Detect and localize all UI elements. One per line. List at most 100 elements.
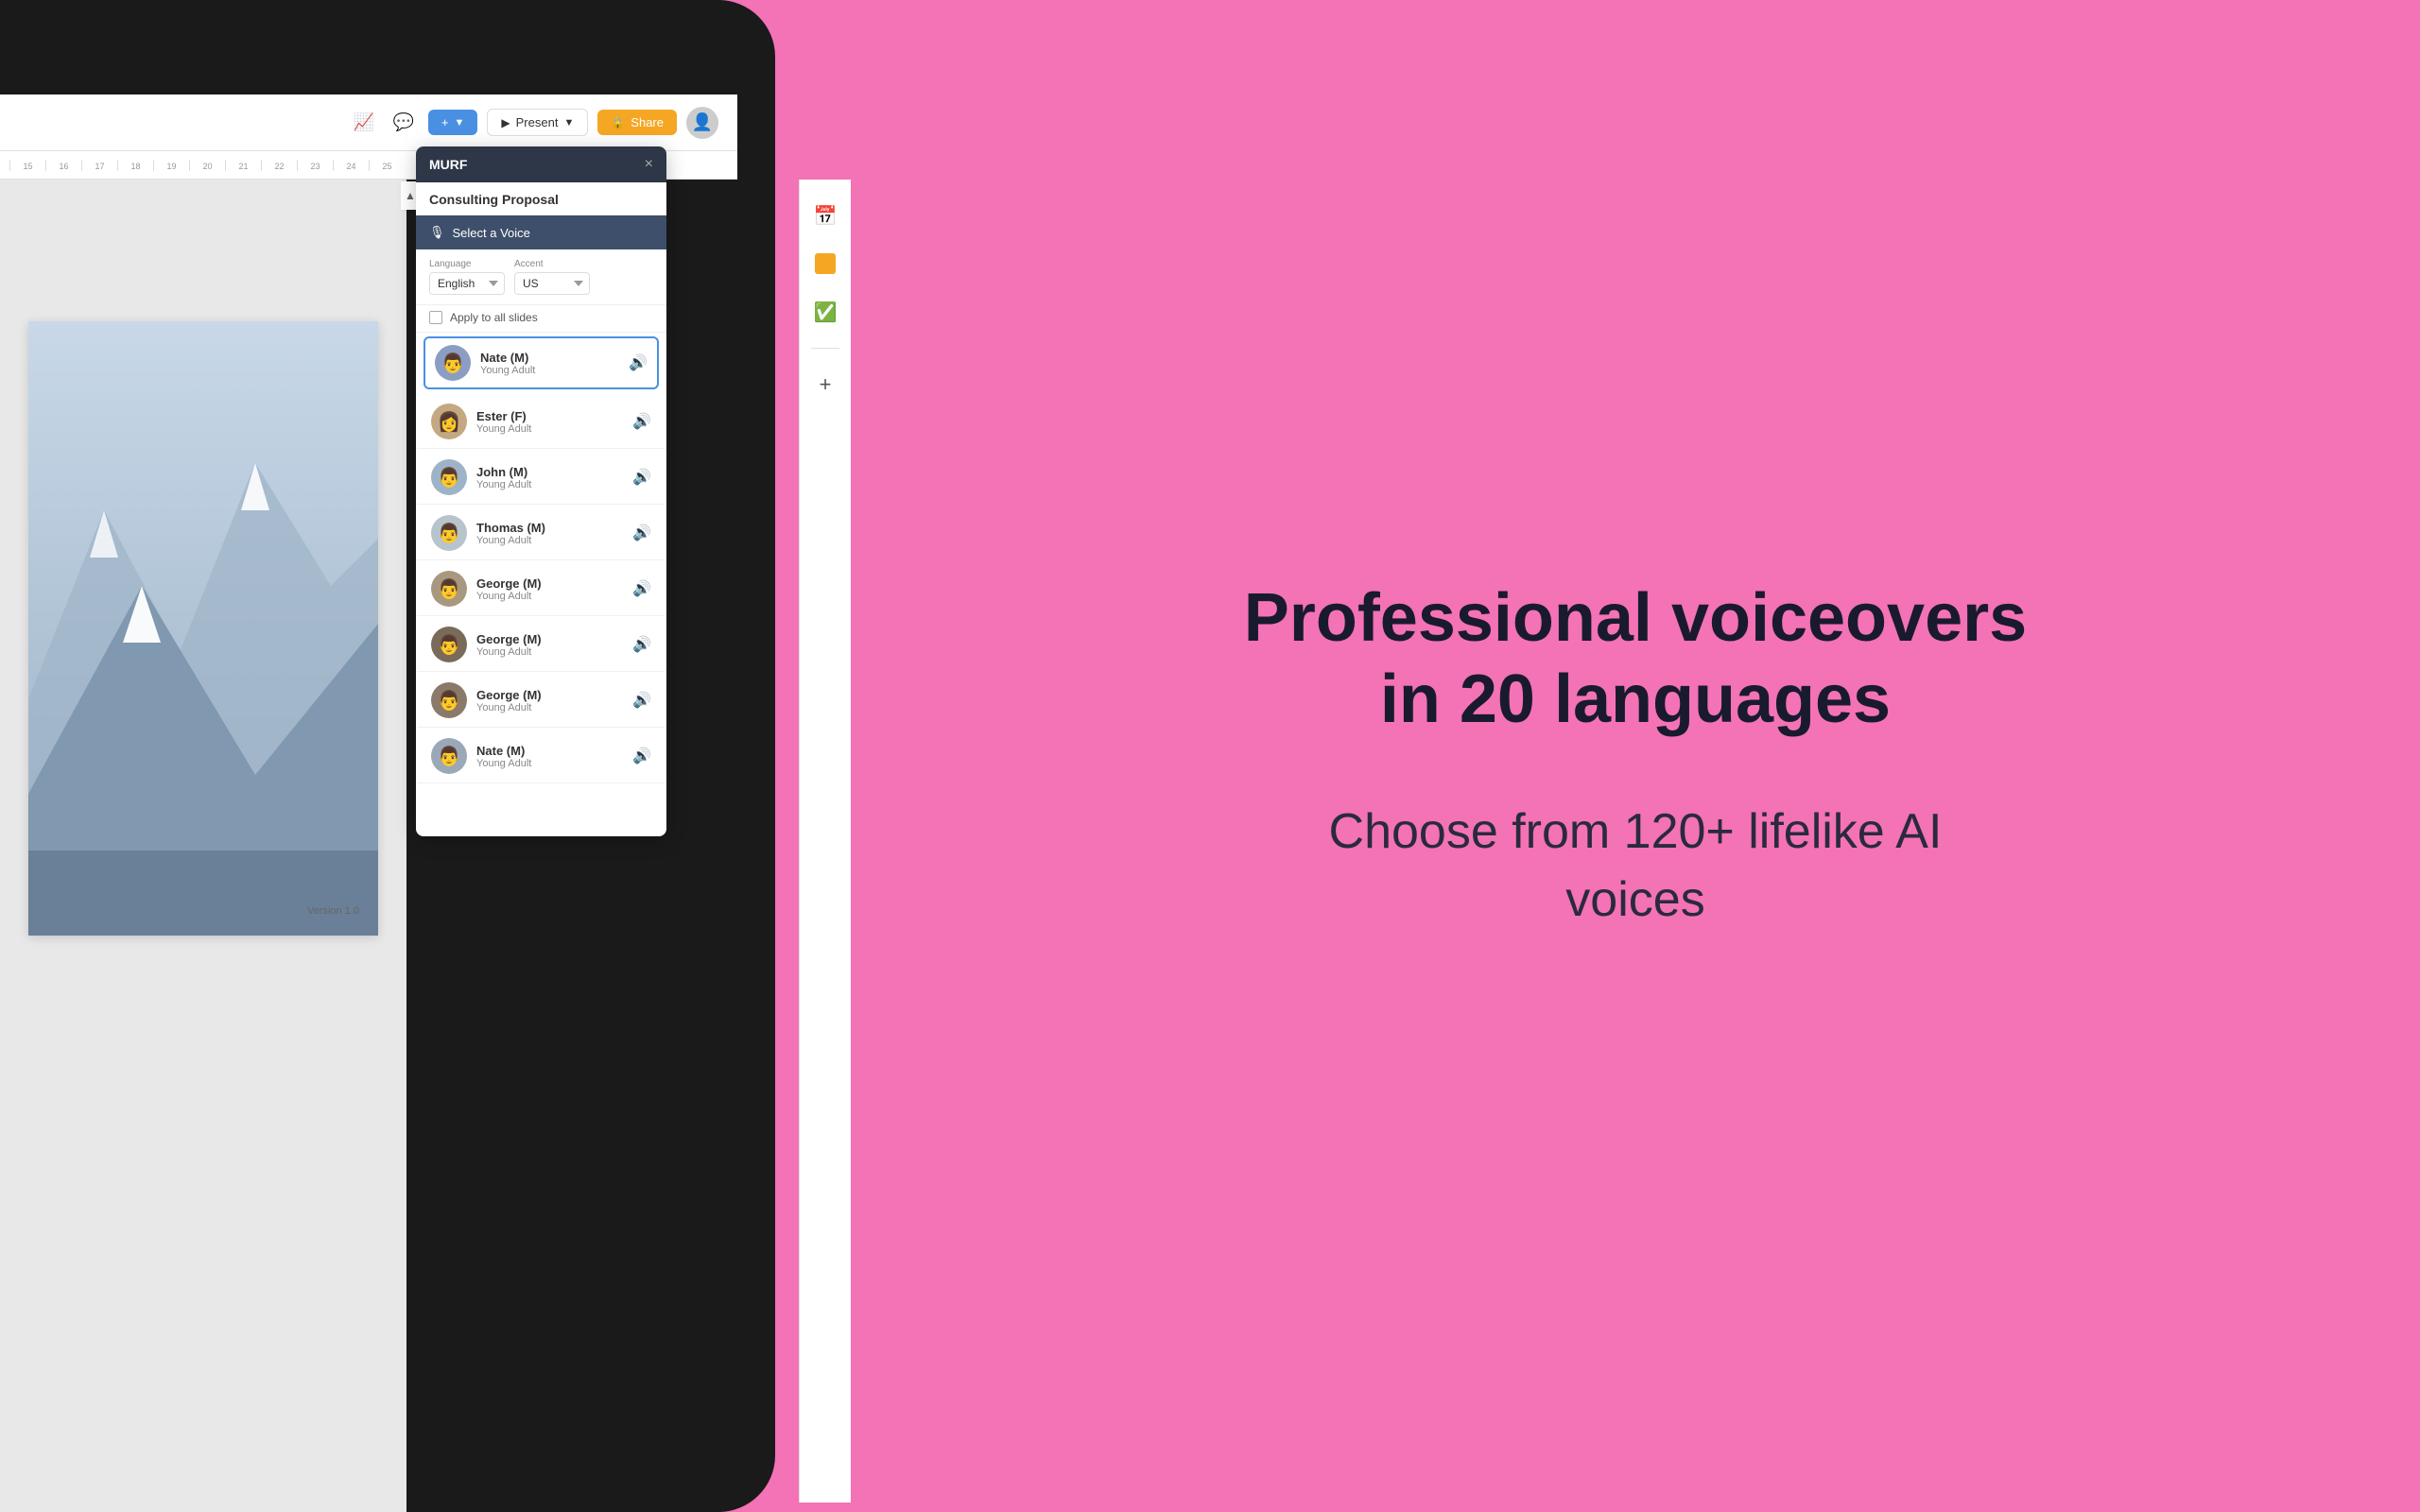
voice-name: George (M) xyxy=(476,632,623,646)
ruler-mark: 24 xyxy=(333,160,369,171)
dialog-header-title: MURF xyxy=(429,157,467,172)
voice-info: John (M) Young Adult xyxy=(476,465,623,490)
voice-avatar: 👨 xyxy=(431,682,467,718)
volume-icon[interactable]: 🔊 xyxy=(632,635,651,654)
voice-list-item[interactable]: 👨 John (M) Young Adult 🔊 xyxy=(416,449,666,505)
marketing-section: Professional voiceoversin 20 languages C… xyxy=(851,502,2420,1010)
apply-all-checkbox[interactable] xyxy=(429,311,442,324)
laptop-mockup: 📈 💬 +▼ ▶ Present ▼ 🔒 Share 👤 15 16 17 18… xyxy=(0,0,851,1512)
volume-icon[interactable]: 🔊 xyxy=(632,468,651,487)
voice-list-item[interactable]: 👨 Thomas (M) Young Adult 🔊 xyxy=(416,505,666,560)
marketing-subtext: Choose from 120+ lifelike AI voices xyxy=(1305,798,1966,936)
voice-list-item[interactable]: 👨 George (M) Young Adult 🔊 xyxy=(416,616,666,672)
voice-name: George (M) xyxy=(476,576,623,591)
ruler-mark: 23 xyxy=(297,160,333,171)
voice-info: Nate (M) Young Adult xyxy=(480,351,619,376)
sidebar-icon-sticky-note[interactable] xyxy=(808,247,842,281)
slide-canvas-area: Version 1.0 xyxy=(0,180,406,1512)
voice-avatar: 👨 xyxy=(431,515,467,551)
voice-list-item[interactable]: 👨 George (M) Young Adult 🔊 xyxy=(416,672,666,728)
sidebar-icon-plus[interactable]: + xyxy=(808,368,842,402)
ruler-marks: 15 16 17 18 19 20 21 22 23 24 25 xyxy=(9,160,405,171)
volume-icon[interactable]: 🔊 xyxy=(632,412,651,431)
ruler-mark: 18 xyxy=(117,160,153,171)
voice-type: Young Adult xyxy=(476,479,623,490)
slide-version-label: Version 1.0 xyxy=(307,905,359,917)
filters-row: Language English Accent US xyxy=(416,249,666,305)
dialog-header: MURF × xyxy=(416,146,666,182)
right-sidebar: 📅 ✅ + xyxy=(799,180,851,1503)
volume-icon[interactable]: 🔊 xyxy=(629,353,648,372)
language-select[interactable]: English xyxy=(429,272,505,295)
comment-icon[interactable]: 💬 xyxy=(389,108,419,138)
apply-all-label: Apply to all slides xyxy=(450,311,538,324)
ruler-mark: 22 xyxy=(261,160,297,171)
slide-image: Version 1.0 xyxy=(28,321,378,936)
microphone-icon: 🎙 xyxy=(429,225,445,240)
voice-avatar: 👨 xyxy=(431,738,467,774)
ruler-mark: 20 xyxy=(189,160,225,171)
sidebar-icon-calendar[interactable]: 📅 xyxy=(808,198,842,232)
voice-type: Young Adult xyxy=(476,702,623,713)
voice-avatar: 👨 xyxy=(431,459,467,495)
voice-avatar: 👩 xyxy=(431,404,467,439)
accent-select[interactable]: US xyxy=(514,272,590,295)
ruler-mark: 25 xyxy=(369,160,405,171)
voice-info: Ester (F) Young Adult xyxy=(476,409,623,435)
voice-list-item[interactable]: 👨 Nate (M) Young Adult 🔊 xyxy=(416,728,666,783)
select-voice-header: 🎙 Select a Voice xyxy=(416,215,666,249)
voice-info: George (M) Young Adult xyxy=(476,632,623,658)
voice-list-item[interactable]: 👩 Ester (F) Young Adult 🔊 xyxy=(416,393,666,449)
voice-avatar: 👨 xyxy=(435,345,471,381)
voice-type: Young Adult xyxy=(476,423,623,435)
voice-info: George (M) Young Adult xyxy=(476,688,623,713)
voice-name: John (M) xyxy=(476,465,623,479)
user-avatar[interactable]: 👤 xyxy=(686,107,718,139)
dialog-document-title: Consulting Proposal xyxy=(416,182,666,215)
voice-info: George (M) Young Adult xyxy=(476,576,623,602)
voice-type: Young Adult xyxy=(476,646,623,658)
present-button[interactable]: ▶ Present ▼ xyxy=(487,109,588,136)
sidebar-icon-check[interactable]: ✅ xyxy=(808,295,842,329)
volume-icon[interactable]: 🔊 xyxy=(632,524,651,542)
marketing-heading: Professional voiceoversin 20 languages xyxy=(1244,577,2027,741)
language-label: Language xyxy=(429,259,505,269)
language-filter-group: Language English xyxy=(429,259,505,295)
volume-icon[interactable]: 🔊 xyxy=(632,579,651,598)
voice-type: Young Adult xyxy=(476,758,623,769)
voice-avatar: 👨 xyxy=(431,627,467,662)
voice-name: Nate (M) xyxy=(480,351,619,365)
toolbar: 📈 💬 +▼ ▶ Present ▼ 🔒 Share 👤 xyxy=(0,94,737,151)
volume-icon[interactable]: 🔊 xyxy=(632,747,651,765)
voice-list-item[interactable]: 👨 Nate (M) Young Adult 🔊 xyxy=(424,336,659,389)
dialog-close-button[interactable]: × xyxy=(645,156,653,173)
apply-all-row: Apply to all slides xyxy=(416,305,666,333)
murf-dialog: MURF × Consulting Proposal 🎙 Select a Vo… xyxy=(416,146,666,836)
voice-avatar: 👨 xyxy=(431,571,467,607)
share-button[interactable]: 🔒 Share xyxy=(597,110,677,135)
accent-filter-group: Accent US xyxy=(514,259,590,295)
voice-name: Thomas (M) xyxy=(476,521,623,535)
mountain-illustration xyxy=(28,321,378,936)
ruler-mark: 16 xyxy=(45,160,81,171)
voice-type: Young Adult xyxy=(476,591,623,602)
voice-name: Ester (F) xyxy=(476,409,623,423)
voice-list-item[interactable]: 👨 George (M) Young Adult 🔊 xyxy=(416,560,666,616)
ruler-mark: 17 xyxy=(81,160,117,171)
sidebar-divider xyxy=(811,348,839,349)
voice-info: Nate (M) Young Adult xyxy=(476,744,623,769)
volume-icon[interactable]: 🔊 xyxy=(632,691,651,710)
select-voice-label: Select a Voice xyxy=(453,226,530,240)
voice-list: 👨 Nate (M) Young Adult 🔊 👩 Ester (F) You… xyxy=(416,333,666,836)
ruler-mark: 19 xyxy=(153,160,189,171)
voice-name: George (M) xyxy=(476,688,623,702)
ruler-mark: 15 xyxy=(9,160,45,171)
slide-thumbnail: Version 1.0 xyxy=(28,321,378,936)
voice-info: Thomas (M) Young Adult xyxy=(476,521,623,546)
add-button[interactable]: +▼ xyxy=(428,110,477,135)
voice-type: Young Adult xyxy=(476,535,623,546)
accent-label: Accent xyxy=(514,259,590,269)
voice-type: Young Adult xyxy=(480,365,619,376)
trend-icon[interactable]: 📈 xyxy=(349,108,379,138)
ruler-mark: 21 xyxy=(225,160,261,171)
